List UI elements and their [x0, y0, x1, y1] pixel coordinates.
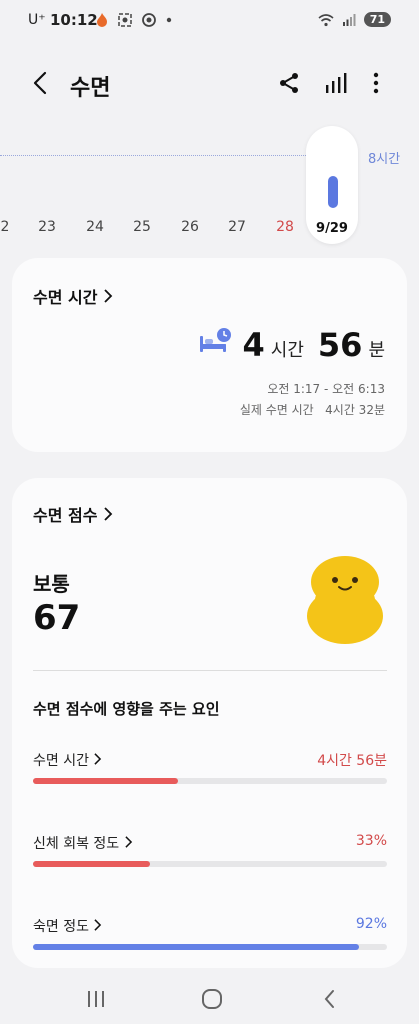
wifi-icon — [318, 13, 334, 26]
actual-sleep-value: 4시간 32분 — [325, 403, 385, 417]
sleep-time-title-label: 수면 시간 — [33, 288, 98, 307]
day-label-sunday[interactable]: 28 — [270, 219, 300, 235]
factor-value: 4시간 56분 — [317, 753, 387, 769]
score-value: 67 — [33, 598, 81, 638]
sleep-score-title[interactable]: 수면 점수 — [33, 502, 113, 526]
screenshot-icon — [118, 13, 132, 27]
factor-deep-sleep[interactable]: 숙면 정도 92% — [33, 916, 387, 966]
stats-chart-icon[interactable] — [322, 70, 348, 96]
sleep-score-card[interactable]: 수면 점수 보통 67 수면 점수에 영향을 주는 요인 수면 시간 4시간 5… — [12, 478, 407, 968]
date-strip[interactable]: 8시간 2 23 24 25 26 27 28 9/29 — [0, 124, 419, 244]
dot-icon — [166, 17, 172, 23]
chevron-right-icon — [94, 753, 102, 765]
progress-track — [33, 944, 387, 950]
recent-apps-icon[interactable] — [84, 988, 108, 1010]
divider — [33, 670, 387, 671]
day-label[interactable]: 25 — [127, 219, 157, 235]
nav-back-icon[interactable] — [318, 987, 342, 1011]
app-header: 수면 — [0, 58, 419, 108]
factor-label: 수면 시간 — [33, 750, 102, 770]
factors-title: 수면 점수에 영향을 주는 요인 — [33, 700, 220, 718]
duration-minutes: 56 — [317, 326, 363, 364]
sleep-time-card[interactable]: 수면 시간 4 시간 56 분 오전 1:17 - 오전 6:13 실제 수면 … — [12, 258, 407, 452]
day-label[interactable]: 23 — [32, 219, 62, 235]
sleep-score-title-label: 수면 점수 — [33, 506, 98, 525]
bed-icon — [200, 328, 231, 352]
share-icon[interactable] — [276, 70, 302, 96]
sleep-time-range: 오전 1:17 - 오전 6:13 — [267, 382, 385, 396]
duration-hours: 4 — [242, 326, 265, 364]
chevron-right-icon — [125, 836, 132, 848]
chrome-icon — [142, 13, 156, 27]
selected-day-label: 9/29 — [316, 221, 348, 236]
back-arrow-icon[interactable] — [26, 68, 56, 98]
goal-label: 8시간 — [368, 152, 401, 167]
sleep-bar — [328, 176, 338, 208]
battery-indicator: 71 — [363, 12, 391, 27]
factor-label: 숙면 정도 — [33, 916, 102, 936]
chevron-right-icon — [104, 289, 113, 303]
duration-minutes-unit: 분 — [368, 340, 385, 361]
chevron-right-icon — [94, 919, 102, 931]
progress-track — [33, 778, 387, 784]
chevron-right-icon — [104, 507, 113, 521]
progress-track — [33, 861, 387, 867]
progress-fill — [33, 861, 150, 867]
carrier-label: U⁺ — [28, 12, 46, 28]
duration-hours-unit: 시간 — [270, 340, 304, 361]
progress-fill — [33, 778, 179, 784]
status-time: 10:12 — [50, 11, 98, 29]
factor-label-text: 수면 시간 — [33, 753, 89, 769]
flame-icon — [97, 13, 107, 27]
more-options-icon[interactable] — [366, 70, 386, 96]
goal-line — [0, 155, 356, 156]
system-nav-bar — [0, 976, 419, 1024]
day-label[interactable]: 26 — [175, 219, 205, 235]
day-label[interactable]: 24 — [80, 219, 110, 235]
notification-icons — [96, 13, 172, 27]
status-bar: U⁺ 10:12 71 — [0, 0, 419, 44]
selected-day-pill[interactable]: 9/29 — [306, 126, 358, 244]
day-label[interactable]: 27 — [222, 219, 252, 235]
factor-sleep-time[interactable]: 수면 시간 4시간 56분 — [33, 750, 387, 800]
factor-label-text: 숙면 정도 — [33, 919, 89, 935]
factor-value: 33% — [355, 833, 387, 849]
actual-sleep-time: 실제 수면 시간 4시간 32분 — [240, 401, 385, 418]
score-status: 보통 — [33, 572, 70, 596]
factor-body-recovery[interactable]: 신체 회복 정도 33% — [33, 833, 387, 883]
sleep-duration: 4 시간 56 분 — [243, 326, 385, 364]
progress-fill — [33, 944, 359, 950]
factor-value: 92% — [355, 916, 387, 932]
actual-sleep-label: 실제 수면 시간 — [239, 403, 314, 417]
page-title: 수면 — [70, 76, 111, 101]
home-icon[interactable] — [200, 987, 224, 1011]
sleep-time-title[interactable]: 수면 시간 — [33, 284, 113, 308]
day-label[interactable]: 2 — [0, 219, 20, 235]
factor-label-text: 신체 회복 정도 — [33, 836, 120, 852]
signal-icon — [342, 13, 356, 26]
factor-label: 신체 회복 정도 — [33, 833, 133, 853]
sleep-mascot-icon — [307, 556, 383, 644]
